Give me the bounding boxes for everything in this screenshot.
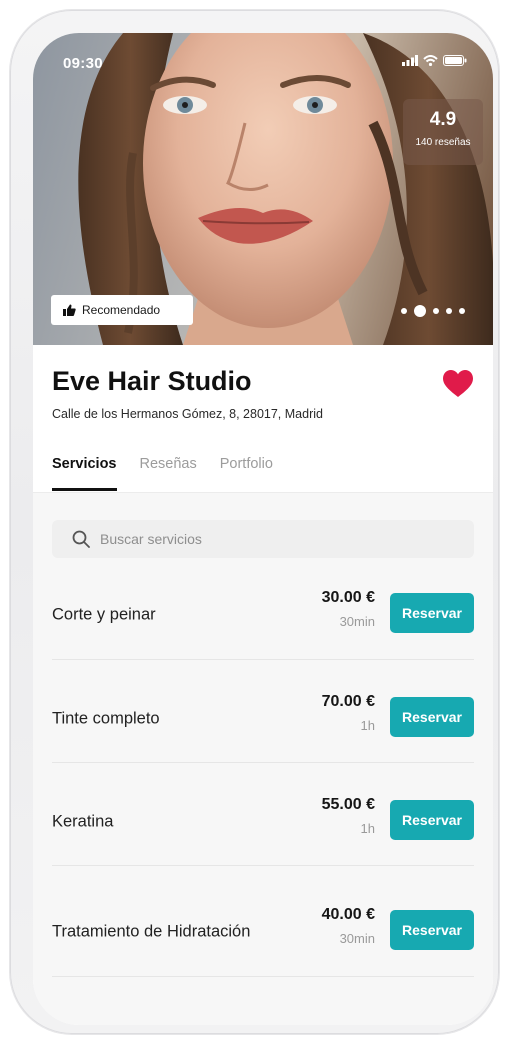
tab-portfolio[interactable]: Portfolio [220, 456, 273, 476]
row-divider [52, 865, 474, 866]
service-row-keratina: Keratina 55.00 € 1h Reservar [52, 790, 474, 854]
battery-icon [443, 55, 467, 66]
phone-screen: 09:30 4.9 140 reseñas Recomendado Eve Ha… [33, 33, 493, 1025]
active-tab-indicator [52, 488, 117, 491]
service-row-tinte-completo: Tinte completo 70.00 € 1h Reservar [52, 687, 474, 751]
service-price: 55.00 € [321, 796, 375, 813]
search-icon [72, 530, 90, 548]
tab-resenas[interactable]: Reseñas [140, 456, 197, 476]
rating-value: 4.9 [429, 109, 457, 130]
reserve-button[interactable]: Reservar [390, 593, 474, 633]
service-duration: 30min [339, 931, 375, 946]
service-price: 70.00 € [321, 693, 375, 710]
reserve-button[interactable]: Reservar [390, 910, 474, 950]
tabs: Servicios Reseñas Portfolio [52, 456, 273, 476]
badge-label: Recomendado [82, 303, 161, 317]
service-price: 40.00 € [321, 906, 375, 923]
search-input[interactable] [100, 531, 420, 547]
gallery-dot[interactable] [433, 308, 439, 314]
reserve-button[interactable]: Reservar [390, 800, 474, 840]
row-divider [52, 976, 474, 977]
review-count: 140 reseñas [415, 137, 471, 148]
rating-box[interactable]: 4.9 140 reseñas [403, 99, 483, 165]
row-divider [52, 659, 474, 660]
row-divider [52, 762, 474, 763]
gallery-pagination[interactable] [401, 305, 465, 317]
hero-gallery[interactable]: 09:30 4.9 140 reseñas Recomendado [33, 33, 493, 345]
service-duration: 30min [339, 614, 375, 629]
gallery-dot[interactable] [446, 308, 452, 314]
service-name: Corte y peinar [52, 605, 156, 624]
status-icons [402, 55, 467, 66]
service-row-corte-y-peinar: Corte y peinar 30.00 € 30min Reservar [52, 583, 474, 647]
status-time: 09:30 [63, 55, 103, 72]
thumbs-up-icon [63, 304, 76, 316]
tab-servicios[interactable]: Servicios [52, 456, 117, 476]
service-row-tratamiento-de-hidratacion: Tratamiento de Hidratación 40.00 € 30min… [52, 900, 474, 964]
gallery-dot[interactable] [401, 308, 407, 314]
service-name: Tinte completo [52, 709, 160, 728]
recommended-badge: Recomendado [51, 295, 193, 325]
service-price: 30.00 € [321, 589, 375, 606]
service-name: Tratamiento de Hidratación [52, 922, 251, 941]
salon-address: Calle de los Hermanos Gómez, 8, 28017, M… [52, 407, 323, 421]
search-bar[interactable] [52, 520, 474, 558]
wifi-icon [423, 55, 438, 66]
heart-icon[interactable] [443, 370, 473, 398]
service-duration: 1h [360, 718, 375, 733]
service-name: Keratina [52, 812, 114, 831]
reserve-button[interactable]: Reservar [390, 697, 474, 737]
gallery-dot[interactable] [414, 305, 426, 317]
gallery-dot[interactable] [459, 308, 465, 314]
page: 09:30 4.9 140 reseñas Recomendado Eve Ha… [0, 0, 511, 1046]
signal-icon [402, 55, 418, 66]
service-duration: 1h [360, 821, 375, 836]
salon-name: Eve Hair Studio [52, 366, 252, 396]
